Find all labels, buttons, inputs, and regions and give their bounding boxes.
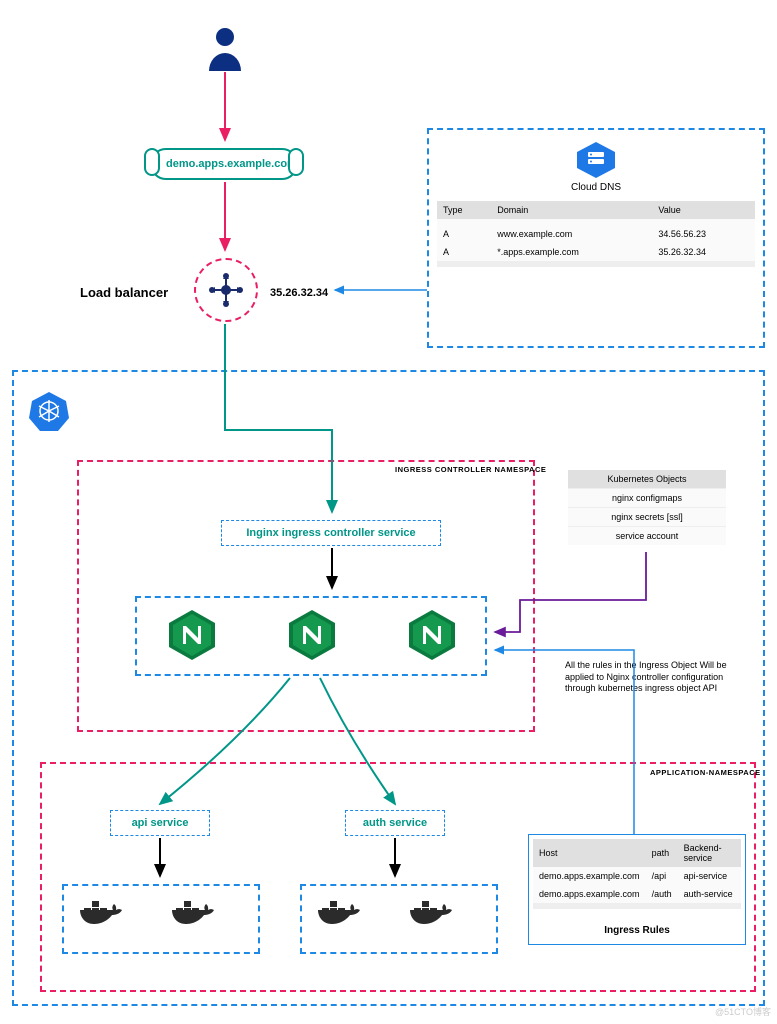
docker-icon [316,898,366,938]
lb-label: Load balancer [80,285,168,300]
table-row: demo.apps.example.com /api api-service [533,867,741,885]
annotation-text: All the rules in the Ingress Object Will… [565,660,737,695]
ingress-service-box: Inginx ingress controller service [221,520,441,546]
domain-node: demo.apps.example.com [150,148,298,180]
table-row: A www.example.com 34.56.56.23 [437,225,755,243]
table-row: A *.apps.example.com 35.26.32.34 [437,243,755,261]
dns-th-type: Type [437,201,491,219]
kobj-header: Kubernetes Objects [568,470,726,488]
docker-icon [170,898,220,938]
ingress-ns-label: INGRESS CONTROLLER NAMESPACE [395,465,546,474]
domain-text: demo.apps.example.com [166,158,297,170]
dns-table: Type Domain Value A www.example.com 34.5… [437,201,755,267]
auth-service-box: auth service [345,810,445,836]
dns-th-domain: Domain [491,201,652,219]
k8s-logo-icon [28,390,70,432]
ingress-rules-table: Host path Backend-service demo.apps.exam… [533,839,741,909]
watermark: @51CTO博客 [715,1005,771,1018]
k8s-objects-panel: Kubernetes Objects nginx configmaps ngin… [568,470,726,545]
dns-th-value: Value [652,201,755,219]
nginx-icon [165,608,219,662]
nginx-icon [405,608,459,662]
nginx-icon [285,608,339,662]
docker-icon [78,898,128,938]
app-ns-label: APPLICATION-NAMESPACE [650,768,761,777]
lb-ip: 35.26.32.34 [270,287,328,299]
table-row: demo.apps.example.com /auth auth-service [533,885,741,903]
api-service-box: api service [110,810,210,836]
user-icon [205,25,245,71]
docker-icon [408,898,458,938]
kobj-row: service account [568,526,726,545]
ingress-rules-panel: Host path Backend-service demo.apps.exam… [528,834,746,945]
cloud-dns-label: Cloud DNS [437,182,755,193]
cloud-dns-panel: Cloud DNS Type Domain Value A www.exampl… [427,128,765,348]
cloud-dns-icon [573,140,619,180]
ingress-rules-title: Ingress Rules [533,921,741,940]
table-row [437,261,755,267]
kobj-row: nginx configmaps [568,488,726,507]
lb-icon [206,270,246,310]
kobj-row: nginx secrets [ssl] [568,507,726,526]
